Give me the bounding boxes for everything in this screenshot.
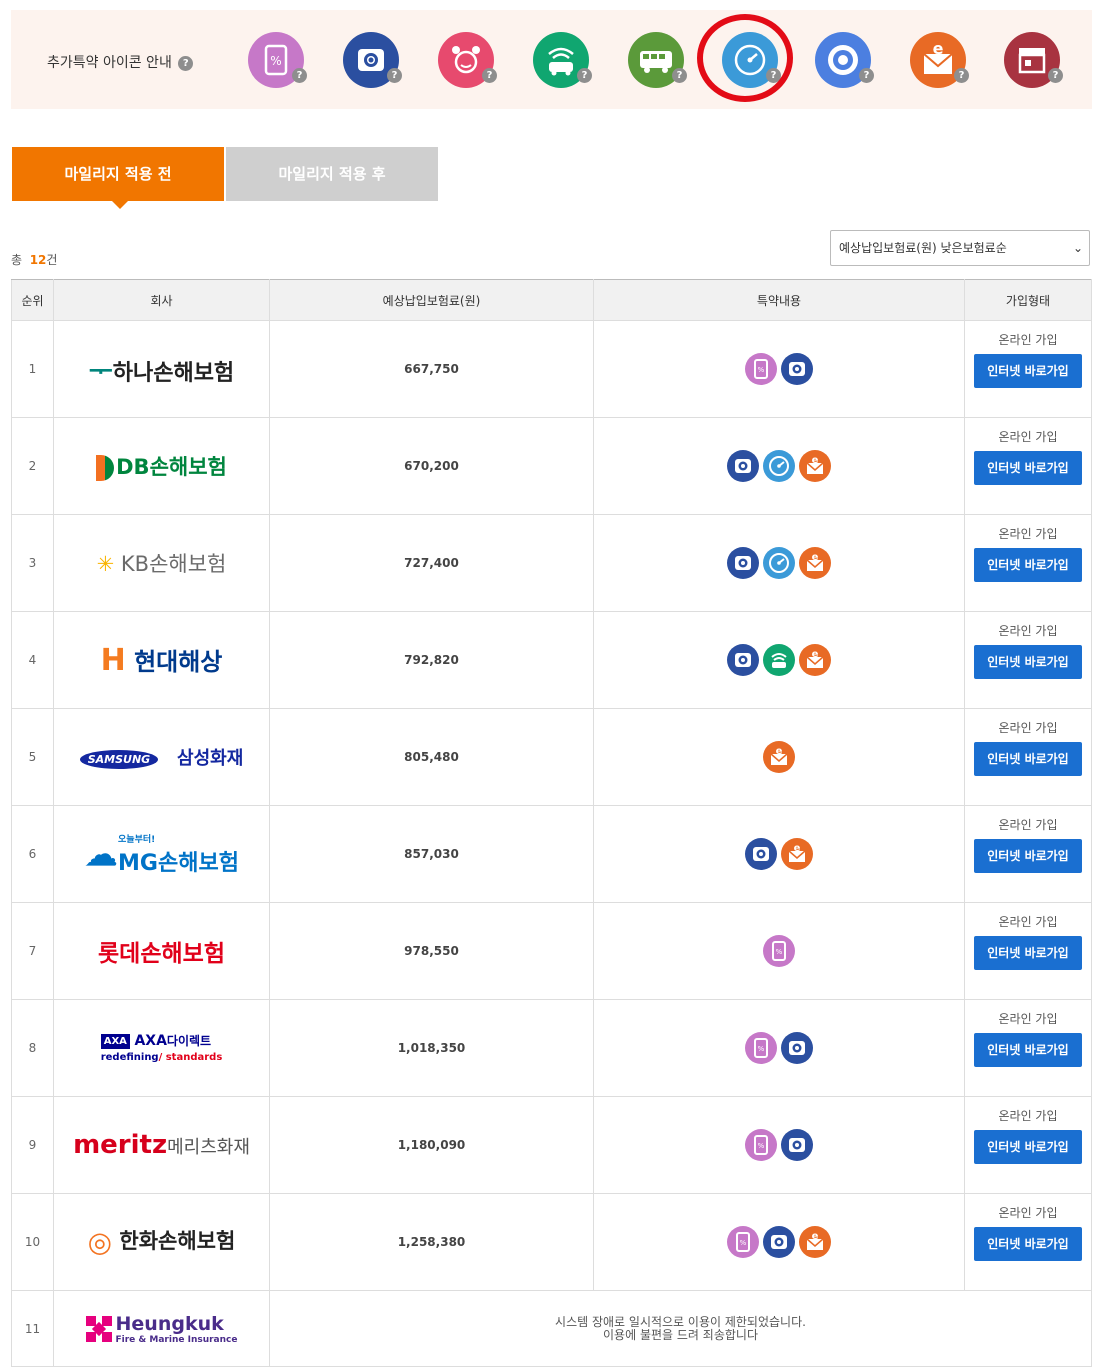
header-join-type: 가입형태: [964, 279, 1092, 321]
company-logo-samsung: SAMSUNG 삼성화재: [53, 708, 270, 806]
blackbox-icon: [763, 1226, 795, 1258]
system-error-notice: 시스템 장애로 일시적으로 이용이 제한되었습니다. 이용에 불편을 드려 죄송합…: [269, 1290, 1092, 1367]
internet-join-button[interactable]: 인터넷 바로가입: [974, 839, 1082, 873]
svg-text:e: e: [812, 552, 819, 563]
connected-car-icon[interactable]: ?: [533, 32, 592, 88]
svg-text:%: %: [758, 1142, 765, 1150]
table-row: 10 ◎ 한화손해보험 1,258,380 % e 온라인 가입 인터넷 바로가입: [11, 1193, 1092, 1291]
sort-select[interactable]: 예상납입보험료(원) 낮은보험료순 ⌄: [830, 230, 1090, 266]
email-icon: e: [763, 741, 795, 773]
svg-text:e: e: [933, 39, 944, 58]
blackbox-icon: [727, 547, 759, 579]
table-row: 4 H 현대해상 792,820 e 온라인 가입 인터넷 바로가입: [11, 611, 1092, 709]
mobile-icon: %: [763, 935, 795, 967]
svg-text:%: %: [270, 54, 281, 68]
svg-text:e: e: [794, 843, 801, 854]
table-row: 9 meritz메리츠화재 1,180,090 % 온라인 가입 인터넷 바로가입: [11, 1096, 1092, 1194]
tire-icon[interactable]: ?: [815, 32, 874, 88]
mileage-icon: [763, 547, 795, 579]
blackbox-icon: [781, 353, 813, 385]
blackbox-icon: [727, 450, 759, 482]
internet-join-button[interactable]: 인터넷 바로가입: [974, 742, 1082, 776]
internet-join-button[interactable]: 인터넷 바로가입: [974, 548, 1082, 582]
blackbox-icon[interactable]: ?: [343, 32, 402, 88]
tab-after-mileage[interactable]: 마일리지 적용 후: [226, 147, 438, 201]
company-logo-hyundai: H 현대해상: [53, 611, 270, 709]
header-rank: 순위: [11, 279, 54, 321]
internet-join-button[interactable]: 인터넷 바로가입: [974, 645, 1082, 679]
mobile-icon: %: [727, 1226, 759, 1258]
svg-text:e: e: [812, 1231, 819, 1242]
email-icon: e: [781, 838, 813, 870]
company-logo-db: DB손해보험: [53, 417, 270, 515]
chevron-down-icon: ⌄: [1072, 241, 1083, 255]
blackbox-icon: [781, 1032, 813, 1064]
header-options: 특약내용: [593, 279, 965, 321]
table-row: 3 ✳ KB손해보험 727,400 e 온라인 가입 인터넷 바로가입: [11, 514, 1092, 612]
blackbox-icon: [727, 644, 759, 676]
header-premium: 예상납입보험료(원): [269, 279, 594, 321]
option-icon-guide-label: 추가특약 아이콘 안내 ?: [47, 52, 194, 72]
quote-table: 순위 회사 예상납입보험료(원) 특약내용 가입형태 1 ᅮ하나손해보험 667…: [11, 279, 1092, 1367]
blackbox-icon: [781, 1129, 813, 1161]
company-logo-lotte: 롯데손해보험: [53, 902, 270, 1000]
email-icon: e: [799, 1226, 831, 1258]
company-logo-hana: ᅮ하나손해보험: [53, 320, 270, 418]
email-icon: e: [799, 450, 831, 482]
svg-text:e: e: [812, 649, 819, 660]
internet-join-button[interactable]: 인터넷 바로가입: [974, 354, 1082, 388]
company-logo-mg: ☁ 오늘부터! MG손해보험: [53, 805, 270, 903]
email-icon: e: [799, 644, 831, 676]
store-icon[interactable]: ?: [1004, 32, 1063, 88]
table-row: 1 ᅮ하나손해보험 667,750 % 온라인 가입 인터넷 바로가입: [11, 320, 1092, 418]
svg-text:%: %: [776, 948, 783, 956]
email-icon: e: [799, 547, 831, 579]
svg-text:e: e: [812, 455, 819, 466]
mobile-icon: %: [745, 1032, 777, 1064]
company-logo-kb: ✳ KB손해보험: [53, 514, 270, 612]
mobile-icon: %: [745, 353, 777, 385]
header-company: 회사: [53, 279, 270, 321]
svg-text:%: %: [758, 1045, 765, 1053]
help-icon[interactable]: ?: [178, 55, 194, 71]
svg-text:%: %: [740, 1239, 747, 1247]
email-icon[interactable]: e ?: [910, 32, 969, 88]
internet-join-button[interactable]: 인터넷 바로가입: [974, 1130, 1082, 1164]
company-logo-meritz: meritz메리츠화재: [53, 1096, 270, 1194]
result-count: 총 12건: [11, 253, 58, 267]
bus-icon[interactable]: ?: [628, 32, 687, 88]
company-logo-heungkuk: Heungkuk Fire & Marine Insurance: [53, 1290, 270, 1367]
internet-join-button[interactable]: 인터넷 바로가입: [974, 451, 1082, 485]
table-row: 5 SAMSUNG 삼성화재 805,480 e 온라인 가입 인터넷 바로가입: [11, 708, 1092, 806]
svg-text:e: e: [776, 746, 783, 757]
child-icon[interactable]: ?: [438, 32, 497, 88]
svg-text:%: %: [758, 366, 765, 374]
highlight-circle: [697, 14, 793, 102]
mobile-discount-icon[interactable]: % ?: [248, 32, 307, 88]
table-row: 2 DB손해보험 670,200 e 온라인 가입 인터넷 바로가입: [11, 417, 1092, 515]
internet-join-button[interactable]: 인터넷 바로가입: [974, 936, 1082, 970]
table-row: 7 롯데손해보험 978,550 % 온라인 가입 인터넷 바로가입: [11, 902, 1092, 1000]
company-logo-axa: AXA AXA다이렉트 redefining/ standards: [53, 999, 270, 1097]
mobile-icon: %: [745, 1129, 777, 1161]
connected-icon: [763, 644, 795, 676]
tab-before-mileage[interactable]: 마일리지 적용 전: [12, 147, 224, 209]
table-row: 6 ☁ 오늘부터! MG손해보험 857,030 e 온라인 가입 인터넷 바로가입: [11, 805, 1092, 903]
mileage-icon: [763, 450, 795, 482]
internet-join-button[interactable]: 인터넷 바로가입: [974, 1033, 1082, 1067]
internet-join-button[interactable]: 인터넷 바로가입: [974, 1227, 1082, 1261]
blackbox-icon: [745, 838, 777, 870]
company-logo-hanwha: ◎ 한화손해보험: [53, 1193, 270, 1291]
table-row: 8 AXA AXA다이렉트 redefining/ standards 1,01…: [11, 999, 1092, 1097]
table-row: 11 Heungkuk Fire & Marine Insurance 시스템 장…: [11, 1290, 1092, 1367]
